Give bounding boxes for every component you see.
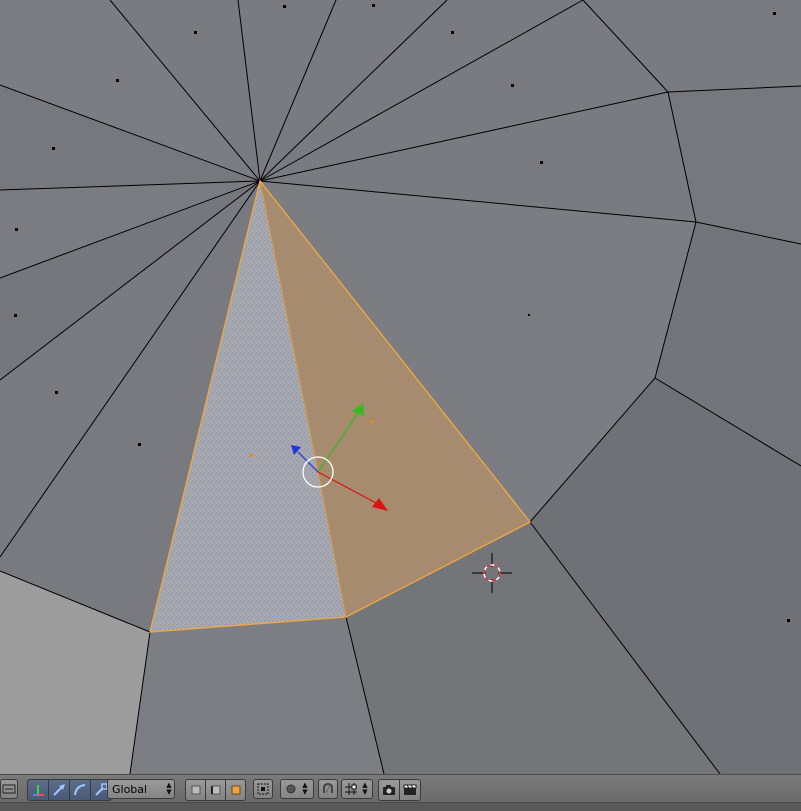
opengl-render-animation-button[interactable] bbox=[399, 779, 421, 801]
3d-view-header: Global ▲ ▼ ▲ ▼ ▲ ▼ bbox=[0, 774, 801, 803]
editor-type-button[interactable] bbox=[0, 779, 18, 799]
opengl-render-button[interactable] bbox=[378, 779, 400, 801]
transform-orientation-value: Global bbox=[112, 782, 148, 796]
vertex-select-button[interactable] bbox=[185, 779, 206, 801]
occlude-geometry-icon bbox=[257, 783, 269, 795]
rotate-icon bbox=[74, 784, 86, 796]
face-select-icon bbox=[231, 785, 240, 795]
edge-select-icon bbox=[210, 785, 220, 795]
editor-type-icon bbox=[2, 784, 16, 794]
select-arrows-icon: ▲ ▼ bbox=[166, 781, 172, 796]
select-arrows-icon: ▲ ▼ bbox=[302, 781, 308, 796]
snap-element-icon bbox=[345, 783, 357, 795]
scale-icon bbox=[95, 783, 108, 796]
rotate-manipulator-button[interactable] bbox=[69, 779, 91, 801]
translate-icon bbox=[53, 784, 65, 796]
opengl-render-animation-icon bbox=[403, 784, 417, 795]
snap-toggle-button[interactable] bbox=[318, 779, 338, 799]
snap-icon bbox=[323, 782, 333, 794]
select-arrows-icon: ▲ ▼ bbox=[362, 781, 368, 796]
opengl-render-group bbox=[378, 779, 421, 801]
translate-manipulator-button[interactable] bbox=[48, 779, 70, 801]
opengl-render-icon bbox=[383, 785, 395, 795]
transform-orientation-select[interactable]: Global ▲ ▼ bbox=[107, 779, 175, 799]
manipulator-group bbox=[27, 779, 112, 801]
edge-select-button[interactable] bbox=[205, 779, 226, 801]
vertex-select-icon bbox=[191, 785, 200, 795]
manipulator-icon bbox=[33, 785, 44, 796]
proportional-editing-select[interactable]: ▲ ▼ bbox=[280, 779, 314, 799]
selection-mode-group bbox=[185, 779, 246, 801]
3d-viewport[interactable] bbox=[0, 0, 801, 774]
proportional-editing-icon bbox=[286, 784, 296, 794]
occlude-geometry-button[interactable] bbox=[253, 779, 273, 799]
snap-element-select[interactable]: ▲ ▼ bbox=[341, 779, 373, 799]
manipulator-toggle-button[interactable] bbox=[27, 779, 49, 801]
face-select-button[interactable] bbox=[225, 779, 246, 801]
